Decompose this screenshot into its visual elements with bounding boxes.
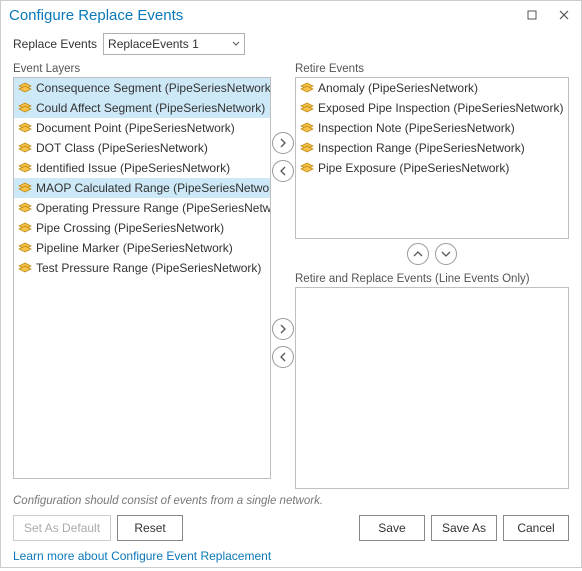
button-row: Set As Default Reset Save Save As Cancel [1,511,581,545]
list-item-label: Anomaly (PipeSeriesNetwork) [318,81,478,95]
set-as-default-button: Set As Default [13,515,111,541]
titlebar: Configure Replace Events [1,1,581,29]
list-item-label: Inspection Range (PipeSeriesNetwork) [318,141,525,155]
replace-events-dropdown[interactable]: ReplaceEvents 1 [103,33,245,55]
layer-icon [300,162,314,174]
learn-more-link[interactable]: Learn more about Configure Event Replace… [1,545,581,571]
layer-icon [300,122,314,134]
layer-icon [18,162,32,174]
move-to-replace-button[interactable] [272,318,294,340]
reset-button[interactable]: Reset [117,515,183,541]
list-item-label: MAOP Calculated Range (PipeSeriesNetwork… [36,181,271,195]
event-layer-item[interactable]: Document Point (PipeSeriesNetwork) [14,118,270,138]
move-down-button[interactable] [435,243,457,265]
event-layer-item[interactable]: Pipe Crossing (PipeSeriesNetwork) [14,218,270,238]
save-as-button[interactable]: Save As [431,515,497,541]
list-item-label: DOT Class (PipeSeriesNetwork) [36,141,208,155]
move-from-retire-button[interactable] [272,160,294,182]
event-layer-item[interactable]: MAOP Calculated Range (PipeSeriesNetwork… [14,178,270,198]
retire-replace-events-list[interactable] [295,287,569,489]
layer-icon [18,242,32,254]
maximize-button[interactable] [523,6,541,24]
retire-replace-events-label: Retire and Replace Events (Line Events O… [295,273,569,285]
layer-icon [18,222,32,234]
dialog-title: Configure Replace Events [9,7,509,24]
replace-events-label: Replace Events [13,37,97,51]
list-item-label: Inspection Note (PipeSeriesNetwork) [318,121,515,135]
layer-icon [18,122,32,134]
layer-icon [18,142,32,154]
retire-event-item[interactable]: Inspection Range (PipeSeriesNetwork) [296,138,568,158]
event-layers-label: Event Layers [13,63,271,75]
retire-event-item[interactable]: Exposed Pipe Inspection (PipeSeriesNetwo… [296,98,568,118]
list-item-label: Could Affect Segment (PipeSeriesNetwork) [36,101,265,115]
close-button[interactable] [555,6,573,24]
event-layer-item[interactable]: Could Affect Segment (PipeSeriesNetwork) [14,98,270,118]
event-layer-item[interactable]: DOT Class (PipeSeriesNetwork) [14,138,270,158]
list-item-label: Test Pressure Range (PipeSeriesNetwork) [36,261,261,275]
layer-icon [18,262,32,274]
replace-events-row: Replace Events ReplaceEvents 1 [1,29,581,59]
move-to-retire-button[interactable] [272,132,294,154]
configure-replace-events-dialog: Configure Replace Events Replace Events … [0,0,582,568]
layer-icon [18,82,32,94]
layer-icon [18,102,32,114]
cancel-button[interactable]: Cancel [503,515,569,541]
list-item-label: Operating Pressure Range (PipeSeriesNetw… [36,201,271,215]
retire-events-list[interactable]: Anomaly (PipeSeriesNetwork) Exposed Pipe … [295,77,569,239]
event-layer-item[interactable]: Consequence Segment (PipeSeriesNetwork) [14,78,270,98]
move-up-button[interactable] [407,243,429,265]
event-layer-item[interactable]: Test Pressure Range (PipeSeriesNetwork) [14,258,270,278]
list-item-label: Consequence Segment (PipeSeriesNetwork) [36,81,271,95]
list-item-label: Pipeline Marker (PipeSeriesNetwork) [36,241,233,255]
list-item-label: Identified Issue (PipeSeriesNetwork) [36,161,230,175]
retire-events-label: Retire Events [295,63,569,75]
layer-icon [18,202,32,214]
layer-icon [300,82,314,94]
event-layers-list[interactable]: Consequence Segment (PipeSeriesNetwork) C… [13,77,271,479]
list-item-label: Exposed Pipe Inspection (PipeSeriesNetwo… [318,101,563,115]
event-layer-item[interactable]: Operating Pressure Range (PipeSeriesNetw… [14,198,270,218]
layer-icon [18,182,32,194]
event-layer-item[interactable]: Identified Issue (PipeSeriesNetwork) [14,158,270,178]
layer-icon [300,142,314,154]
replace-events-value: ReplaceEvents 1 [108,37,199,51]
layer-icon [300,102,314,114]
list-item-label: Document Point (PipeSeriesNetwork) [36,121,235,135]
chevron-down-icon [232,41,240,47]
retire-event-item[interactable]: Anomaly (PipeSeriesNetwork) [296,78,568,98]
configuration-hint: Configuration should consist of events f… [1,489,581,511]
retire-event-item[interactable]: Inspection Note (PipeSeriesNetwork) [296,118,568,138]
list-item-label: Pipe Exposure (PipeSeriesNetwork) [318,161,509,175]
list-item-label: Pipe Crossing (PipeSeriesNetwork) [36,221,224,235]
event-layer-item[interactable]: Pipeline Marker (PipeSeriesNetwork) [14,238,270,258]
retire-event-item[interactable]: Pipe Exposure (PipeSeriesNetwork) [296,158,568,178]
save-button[interactable]: Save [359,515,425,541]
move-from-replace-button[interactable] [272,346,294,368]
